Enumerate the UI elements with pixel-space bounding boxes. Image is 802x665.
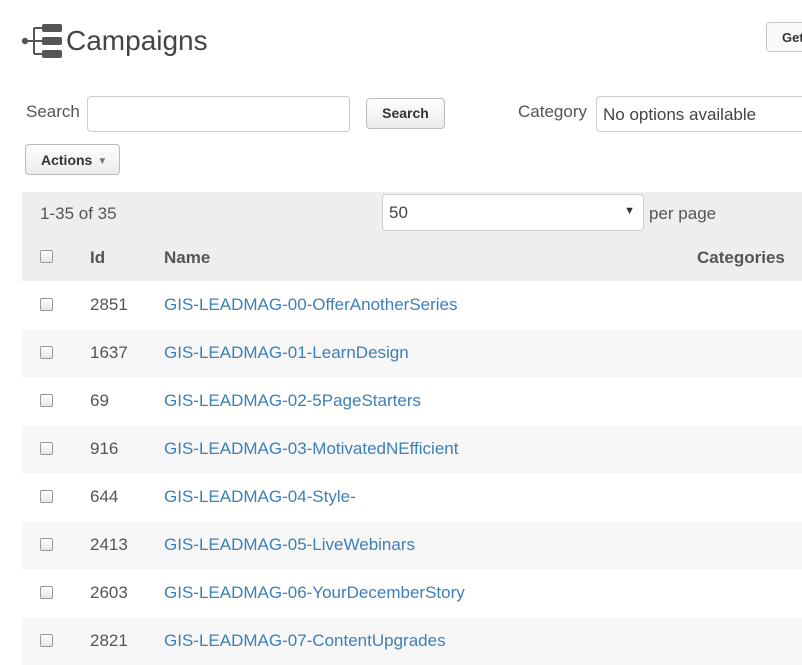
campaign-link[interactable]: GIS-LEADMAG-07-ContentUpgrades xyxy=(164,631,446,651)
cell-id: 916 xyxy=(90,439,119,458)
row-checkbox[interactable] xyxy=(40,394,53,407)
row-checkbox[interactable] xyxy=(40,538,53,551)
per-page-select[interactable]: 50 ▼ xyxy=(382,194,644,231)
cell-id: 2413 xyxy=(90,535,128,554)
page-title: Campaigns xyxy=(66,25,208,56)
actions-dropdown-button[interactable]: Actions ▼ xyxy=(25,144,120,175)
actions-label: Actions xyxy=(41,152,93,168)
column-header-id[interactable]: Id xyxy=(90,248,105,268)
campaign-link[interactable]: GIS-LEADMAG-04-Style- xyxy=(164,487,356,507)
search-button[interactable]: Search xyxy=(366,98,445,129)
table-row: 644 GIS-LEADMAG-04-Style- xyxy=(22,473,802,521)
table-row: 2821 GIS-LEADMAG-07-ContentUpgrades xyxy=(22,617,802,665)
table-row: 2603 GIS-LEADMAG-06-YourDecemberStory xyxy=(22,569,802,617)
campaign-link[interactable]: GIS-LEADMAG-01-LearnDesign xyxy=(164,343,409,363)
table-row: 2851 GIS-LEADMAG-00-OfferAnotherSeries xyxy=(22,281,802,329)
search-label: Search xyxy=(26,102,80,121)
row-checkbox[interactable] xyxy=(40,442,53,455)
campaign-tree-icon xyxy=(21,24,62,58)
cell-id: 2603 xyxy=(90,583,128,602)
cell-id: 69 xyxy=(90,391,109,410)
row-checkbox[interactable] xyxy=(40,490,53,503)
campaign-link[interactable]: GIS-LEADMAG-00-OfferAnotherSeries xyxy=(164,295,458,315)
cell-id: 2851 xyxy=(90,295,128,314)
category-label: Category xyxy=(518,102,587,121)
table-row: 69 GIS-LEADMAG-02-5PageStarters xyxy=(22,377,802,425)
row-checkbox[interactable] xyxy=(40,634,53,647)
chevron-down-icon: ▼ xyxy=(624,205,635,217)
per-page-value: 50 xyxy=(389,203,408,222)
row-checkbox[interactable] xyxy=(40,586,53,599)
campaign-link[interactable]: GIS-LEADMAG-05-LiveWebinars xyxy=(164,535,415,555)
search-input[interactable] xyxy=(87,96,350,132)
campaign-link[interactable]: GIS-LEADMAG-06-YourDecemberStory xyxy=(164,583,465,603)
category-select[interactable]: No options available xyxy=(596,96,802,132)
campaign-link[interactable]: GIS-LEADMAG-02-5PageStarters xyxy=(164,391,421,411)
page-header: Campaigns xyxy=(20,22,208,60)
cell-id: 2821 xyxy=(90,631,128,650)
cell-id: 1637 xyxy=(90,343,128,362)
column-header-name[interactable]: Name xyxy=(164,248,210,268)
table-row: 1637 GIS-LEADMAG-01-LearnDesign xyxy=(22,329,802,377)
column-header-categories[interactable]: Categories xyxy=(697,248,785,268)
campaign-link[interactable]: GIS-LEADMAG-03-MotivatedNEfficient xyxy=(164,439,458,459)
select-all-checkbox[interactable] xyxy=(40,250,53,263)
get-button[interactable]: Get xyxy=(766,22,802,52)
row-checkbox[interactable] xyxy=(40,346,53,359)
caret-down-icon: ▼ xyxy=(97,156,108,167)
pagination-range: 1-35 of 35 xyxy=(40,204,117,223)
table-row: 916 GIS-LEADMAG-03-MotivatedNEfficient xyxy=(22,425,802,473)
cell-id: 644 xyxy=(90,487,119,506)
per-page-label: per page xyxy=(649,204,717,223)
row-checkbox[interactable] xyxy=(40,298,53,311)
table-row: 2413 GIS-LEADMAG-05-LiveWebinars xyxy=(22,521,802,569)
